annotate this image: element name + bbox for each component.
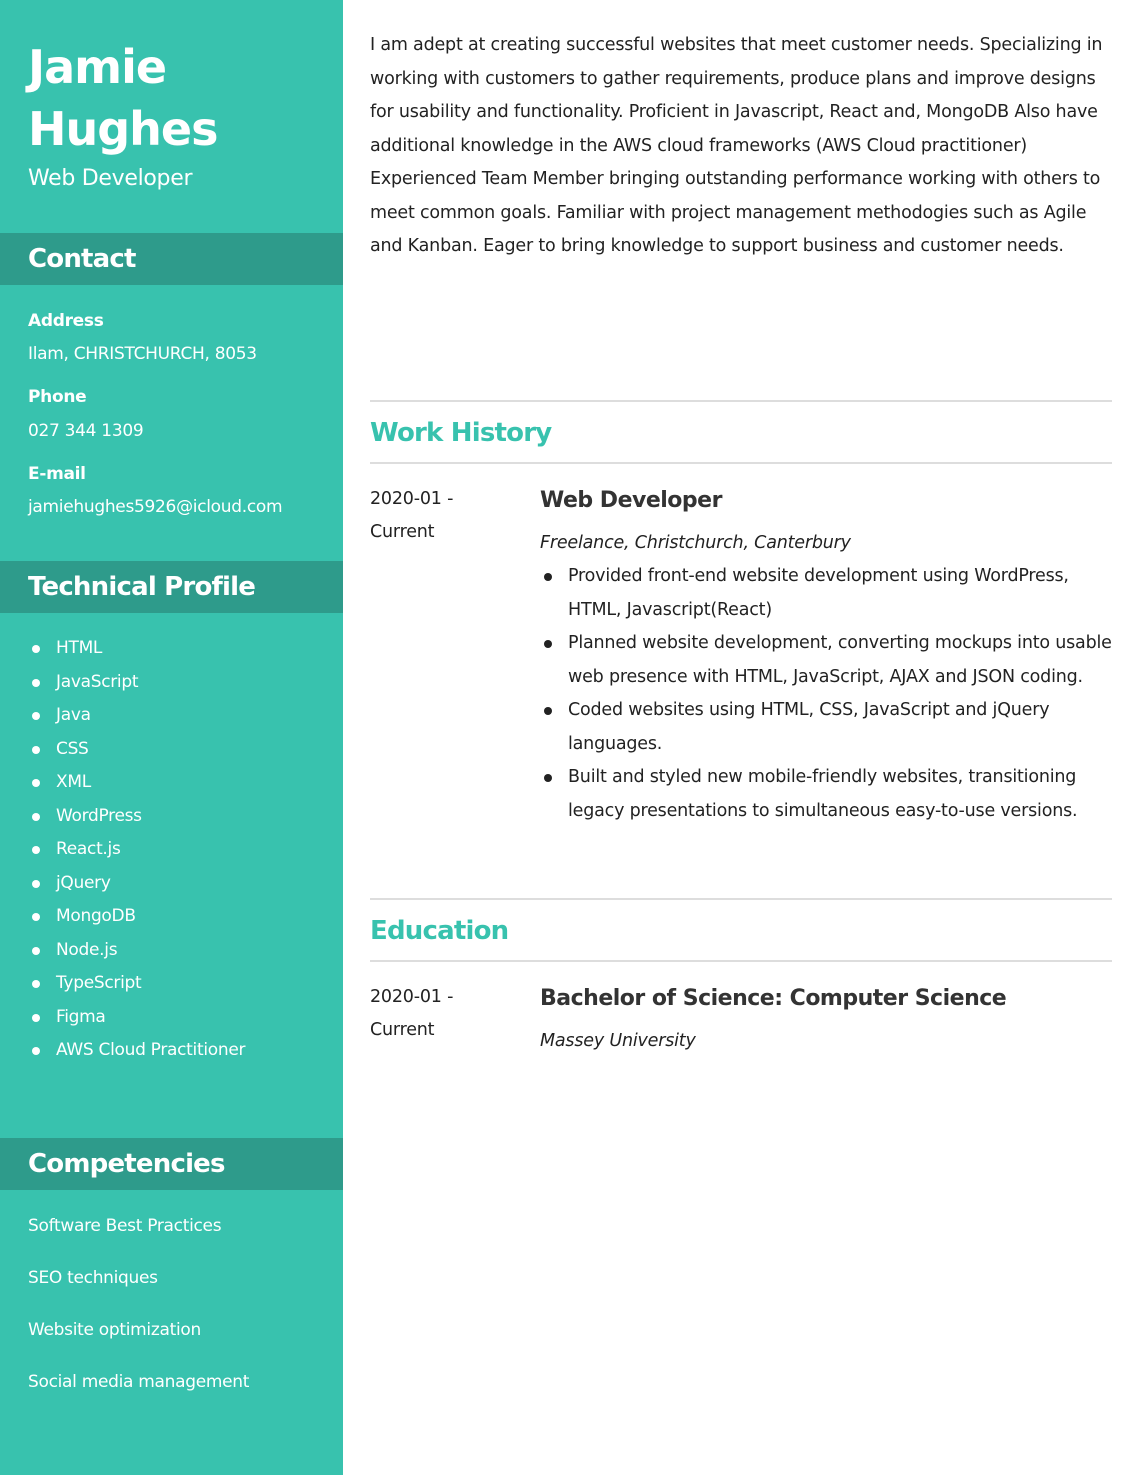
email-value[interactable]: jamiehughes5926@icloud.com bbox=[28, 495, 283, 519]
skill-item: JavaScript bbox=[28, 666, 245, 700]
bullet-icon bbox=[32, 812, 40, 821]
skill-item: CSS bbox=[28, 733, 245, 767]
contact-heading: Contact bbox=[0, 233, 343, 285]
skill-item: HTML bbox=[28, 632, 245, 666]
skill-item: Java bbox=[28, 699, 245, 733]
bullet-icon bbox=[32, 745, 40, 754]
section-divider bbox=[370, 898, 1112, 900]
responsibility-item: Coded websites using HTML, CSS, JavaScri… bbox=[540, 694, 1112, 761]
email-label: E-mail bbox=[28, 464, 86, 484]
address-value: Ilam, CHRISTCHURCH, 8053 bbox=[28, 344, 257, 364]
skill-item: TypeScript bbox=[28, 967, 245, 1001]
education-date-end: Current bbox=[370, 1020, 435, 1040]
education-date-start: 2020-01 - bbox=[370, 987, 454, 1007]
section-divider bbox=[370, 400, 1112, 402]
competency-item: Website optimization bbox=[28, 1320, 201, 1340]
education-heading: Education bbox=[370, 916, 509, 946]
skill-label: React.js bbox=[56, 839, 121, 859]
address-label: Address bbox=[28, 311, 104, 331]
phone-label: Phone bbox=[28, 387, 87, 407]
work-date-end: Current bbox=[370, 522, 435, 542]
bullet-icon bbox=[544, 640, 552, 648]
skill-label: MongoDB bbox=[56, 906, 136, 926]
degree-title: Bachelor of Science: Computer Science bbox=[540, 986, 1007, 1011]
bullet-icon bbox=[32, 678, 40, 687]
competency-item: SEO techniques bbox=[28, 1268, 158, 1288]
skill-item: jQuery bbox=[28, 867, 245, 901]
skill-item: React.js bbox=[28, 833, 245, 867]
first-name: Jamie bbox=[28, 40, 167, 94]
work-employer: Freelance, Christchurch, Canterbury bbox=[540, 533, 851, 553]
skill-label: JavaScript bbox=[56, 671, 139, 692]
responsibility-item: Provided front-end website development u… bbox=[540, 560, 1112, 627]
institution-name: Massey University bbox=[540, 1031, 696, 1051]
work-responsibilities: Provided front-end website development u… bbox=[540, 560, 1112, 828]
competencies-heading: Competencies bbox=[0, 1138, 343, 1190]
bullet-icon bbox=[32, 779, 40, 787]
responsibility-text: Coded websites using HTML, CSS, JavaScri… bbox=[568, 700, 1050, 754]
section-divider bbox=[370, 960, 1112, 962]
bullet-icon bbox=[32, 1047, 40, 1055]
candidate-name: Jamie Hughes bbox=[28, 36, 328, 160]
competencies-list: Software Best Practices SEO techniques W… bbox=[28, 1208, 249, 1416]
bullet-icon bbox=[32, 712, 40, 720]
skill-item: XML bbox=[28, 766, 245, 800]
skill-label: WordPress bbox=[56, 805, 142, 826]
work-date: 2020-01 - Current bbox=[370, 483, 520, 549]
phone-value: 027 344 1309 bbox=[28, 421, 144, 441]
skill-item: WordPress bbox=[28, 800, 245, 834]
bullet-icon bbox=[32, 946, 40, 955]
summary-paragraph: Experienced Team Member bringing outstan… bbox=[370, 169, 1101, 256]
bullet-icon bbox=[544, 774, 552, 782]
work-history-heading: Work History bbox=[370, 418, 552, 448]
responsibility-item: Planned website development, converting … bbox=[540, 627, 1112, 694]
bullet-icon bbox=[544, 707, 552, 715]
bullet-icon bbox=[32, 1013, 40, 1022]
responsibility-text: Built and styled new mobile-friendly web… bbox=[568, 767, 1078, 821]
job-title: Web Developer bbox=[28, 166, 193, 191]
skill-label: Node.js bbox=[56, 939, 118, 960]
skill-label: HTML bbox=[56, 638, 103, 658]
skill-item: MongoDB bbox=[28, 900, 245, 934]
skill-label: TypeScript bbox=[56, 973, 142, 993]
competency-item: Software Best Practices bbox=[28, 1216, 222, 1236]
education-date: 2020-01 - Current bbox=[370, 981, 520, 1047]
skill-label: Java bbox=[56, 705, 91, 725]
competency-item: Social media management bbox=[28, 1372, 250, 1392]
professional-summary: I am adept at creating successful websit… bbox=[370, 29, 1112, 264]
responsibility-text: Provided front-end website development u… bbox=[568, 566, 1069, 620]
skill-item: Node.js bbox=[28, 934, 245, 968]
bullet-icon bbox=[32, 913, 40, 921]
work-job-title: Web Developer bbox=[540, 488, 722, 513]
bullet-icon bbox=[544, 573, 552, 581]
work-date-start: 2020-01 - bbox=[370, 489, 454, 509]
skill-label: CSS bbox=[56, 738, 89, 759]
technical-skill-list: HTML JavaScript Java CSS XML WordPress R… bbox=[28, 632, 245, 1068]
skill-label: Figma bbox=[56, 1006, 106, 1027]
responsibility-item: Built and styled new mobile-friendly web… bbox=[540, 761, 1112, 828]
bullet-icon bbox=[32, 846, 40, 854]
last-name: Hughes bbox=[28, 102, 218, 156]
skill-label: AWS Cloud Practitioner bbox=[56, 1040, 246, 1060]
skill-label: jQuery bbox=[56, 872, 111, 893]
section-divider bbox=[370, 462, 1112, 464]
technical-profile-heading: Technical Profile bbox=[0, 561, 343, 613]
bullet-icon bbox=[32, 879, 40, 888]
bullet-icon bbox=[32, 645, 40, 653]
skill-label: XML bbox=[56, 772, 91, 792]
sidebar: Jamie Hughes Web Developer Contact Addres… bbox=[0, 0, 343, 1475]
skill-item: Figma bbox=[28, 1001, 245, 1035]
summary-paragraph: I am adept at creating successful websit… bbox=[370, 35, 1103, 156]
responsibility-text: Planned website development, converting … bbox=[568, 633, 1112, 687]
skill-item: AWS Cloud Practitioner bbox=[28, 1034, 245, 1068]
bullet-icon bbox=[32, 980, 40, 988]
